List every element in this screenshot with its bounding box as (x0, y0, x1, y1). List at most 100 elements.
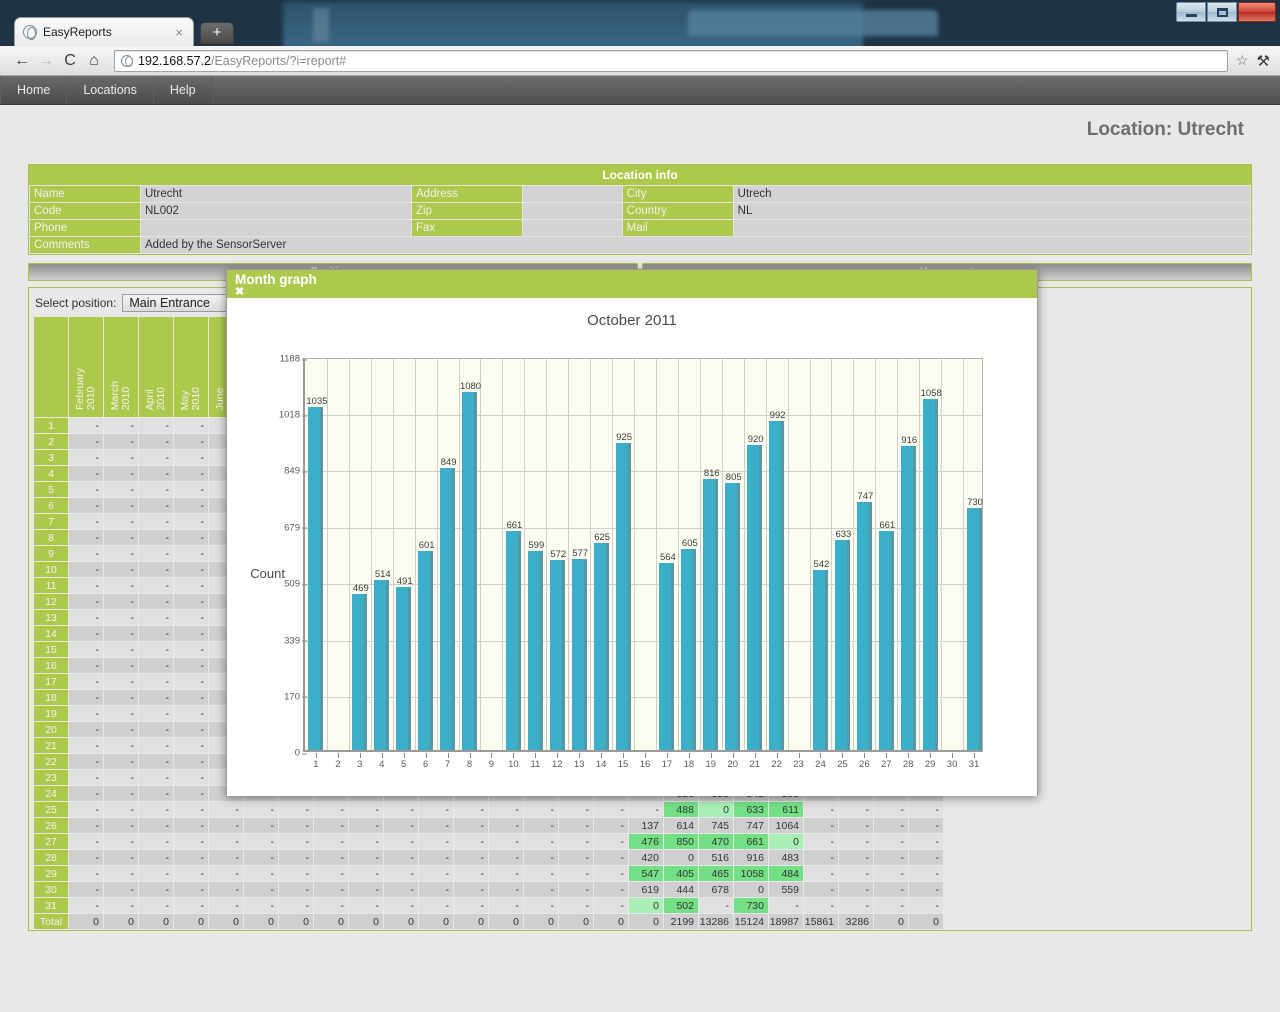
chart-bar[interactable] (440, 468, 455, 750)
nav-item-home[interactable]: Home (0, 76, 67, 104)
chart-bar[interactable] (879, 531, 894, 750)
x-axis-tick: 31 (969, 759, 980, 770)
chart-bar[interactable] (703, 479, 718, 750)
gridline-vertical (437, 359, 438, 750)
nav-item-help[interactable]: Help (154, 76, 213, 104)
chart-bar[interactable] (923, 399, 938, 750)
chart-bar[interactable] (813, 570, 828, 750)
table-cell: 405 (664, 866, 698, 881)
location-info-panel: Location info Name Utrecht Address City … (28, 164, 1252, 255)
row-header: 15 (34, 642, 68, 657)
table-cell: - (314, 850, 348, 865)
table-cell: - (174, 610, 208, 625)
row-header: 14 (34, 626, 68, 641)
table-cell: - (174, 546, 208, 561)
gridline-vertical (831, 359, 832, 750)
chart-bar[interactable] (659, 563, 674, 750)
table-cell: - (139, 418, 173, 433)
table-cell: - (69, 514, 103, 529)
table-cell: - (69, 722, 103, 737)
home-icon[interactable]: ⌂ (82, 49, 106, 73)
chart-bar[interactable] (681, 549, 696, 750)
chart-bar[interactable] (396, 587, 411, 750)
table-cell: - (594, 802, 628, 817)
chart-bar[interactable] (769, 421, 784, 750)
x-axis-tick: 10 (508, 759, 519, 770)
browser-tab-easyreports[interactable]: EasyReports × (14, 17, 194, 46)
chart-bar[interactable] (308, 407, 323, 750)
total-cell: 0 (139, 914, 173, 929)
table-cell: - (314, 866, 348, 881)
x-axis-tickmark (777, 753, 778, 758)
table-cell: - (559, 882, 593, 897)
close-icon[interactable]: × (173, 25, 185, 40)
x-axis-tick: 18 (684, 759, 695, 770)
table-cell: 745 (699, 818, 733, 833)
chart-bar[interactable] (967, 508, 982, 750)
row-header: 5 (34, 482, 68, 497)
gridline-vertical (744, 359, 745, 750)
chart-bar[interactable] (725, 483, 740, 750)
gridline-vertical (919, 359, 920, 750)
chart-bar[interactable] (506, 531, 521, 750)
bookmark-star-icon[interactable]: ☆ (1236, 52, 1249, 69)
table-cell: - (69, 674, 103, 689)
chart-bar[interactable] (857, 502, 872, 750)
table-cell: - (559, 818, 593, 833)
table-cell: - (69, 642, 103, 657)
position-select[interactable]: Main Entrance (122, 294, 230, 312)
chart-bar[interactable] (835, 540, 850, 750)
chart-bar[interactable] (901, 446, 916, 750)
total-cell: 0 (909, 914, 943, 929)
forward-icon[interactable]: → (34, 49, 58, 73)
label-code: Code (30, 203, 140, 219)
chart-bar[interactable] (594, 543, 609, 750)
chart-bar[interactable] (550, 560, 565, 750)
table-cell: - (314, 882, 348, 897)
chart-bar[interactable] (572, 559, 587, 750)
back-icon[interactable]: ← (10, 49, 34, 73)
chart-bar[interactable] (352, 594, 367, 750)
table-cell: - (244, 834, 278, 849)
chart-bar[interactable] (418, 551, 433, 750)
chart-bar[interactable] (374, 580, 389, 750)
table-cell: - (349, 866, 383, 881)
table-cell: - (104, 594, 138, 609)
table-cell: - (839, 802, 873, 817)
x-axis-tick: 1 (313, 759, 318, 770)
nav-item-locations[interactable]: Locations (67, 76, 154, 104)
value-comments: Added by the SensorServer (141, 237, 1250, 253)
gridline-vertical (941, 359, 942, 750)
row-header: 28 (34, 850, 68, 865)
table-cell: - (209, 818, 243, 833)
table-row: Name Utrecht Address City Utrech (30, 186, 1250, 202)
chart-bar[interactable] (462, 392, 477, 750)
row-header: 3 (34, 450, 68, 465)
table-cell: - (139, 882, 173, 897)
label-country: Country (623, 203, 733, 219)
table-cell: - (139, 786, 173, 801)
table-cell: - (139, 834, 173, 849)
table-cell: 1058 (734, 866, 768, 881)
browser-toolbar: ← → C ⌂ 192.168.57.2/EasyReports/?i=repo… (0, 46, 1280, 76)
table-cell: - (349, 818, 383, 833)
x-axis-tick: 23 (793, 759, 804, 770)
column-header: March 2010 (104, 317, 138, 417)
table-cell: - (139, 850, 173, 865)
wrench-menu-icon[interactable]: ⚒ (1257, 52, 1270, 70)
y-axis-tick: 509 (284, 579, 300, 590)
chart-bar[interactable] (616, 443, 631, 750)
bar-value-label: 849 (441, 457, 457, 468)
chart-bar[interactable] (747, 445, 762, 750)
table-cell: 470 (699, 834, 733, 849)
close-icon[interactable]: ✖ (235, 287, 244, 297)
table-cell: - (104, 434, 138, 449)
x-axis-tickmark (711, 753, 712, 758)
address-bar[interactable]: 192.168.57.2/EasyReports/?i=report# (114, 50, 1228, 72)
reload-icon[interactable]: C (58, 49, 82, 73)
browser-window: EasyReports × + ← → C ⌂ 192.168.57.2/Eas… (0, 0, 1280, 1012)
x-axis-tick: 24 (815, 759, 826, 770)
chart-bar[interactable] (528, 551, 543, 750)
new-tab-button[interactable]: + (200, 22, 234, 44)
gridline-vertical (502, 359, 503, 750)
